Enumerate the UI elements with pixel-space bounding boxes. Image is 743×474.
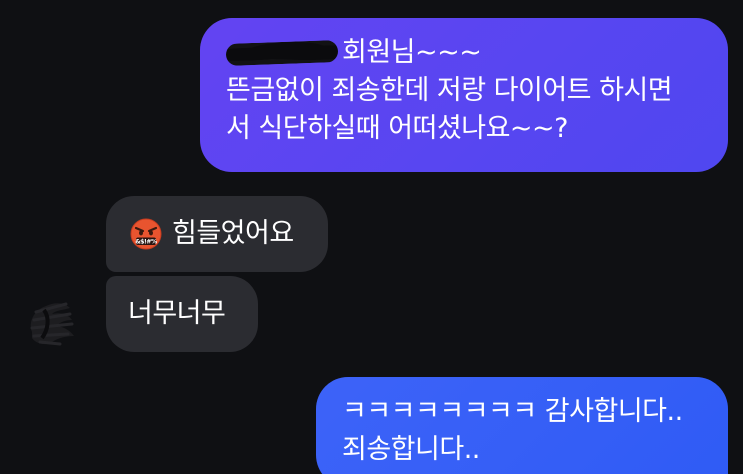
- message-line: 회원님~~~: [225, 34, 702, 72]
- message-text: 너무너무: [128, 298, 226, 329]
- outgoing-message-bubble[interactable]: ㅋㅋㅋㅋㅋㅋㅋㅋ 감사합니다.. 죄송합니다..: [316, 377, 728, 474]
- message-text: 회원님~~~: [342, 37, 482, 68]
- message-text: 힘들었어요: [172, 218, 294, 249]
- svg-text:&$!#%: &$!#%: [135, 239, 157, 246]
- incoming-message-bubble[interactable]: &$!#% 힘들었어요: [106, 196, 328, 272]
- message-line: 서 식단하실때 어떠셨나요~~?: [226, 113, 568, 144]
- outgoing-message-bubble[interactable]: 회원님~~~ 뜬금없이 죄송한데 저랑 다이어트 하시면 서 식단하실때 어떠셨…: [200, 18, 728, 172]
- chat-screen: 회원님~~~ 뜬금없이 죄송한데 저랑 다이어트 하시면 서 식단하실때 어떠셨…: [0, 0, 743, 474]
- message-line: 죄송합니다..: [342, 434, 480, 465]
- incoming-message-bubble[interactable]: 너무너무: [106, 276, 258, 352]
- face-with-symbols-over-mouth-icon: &$!#%: [130, 218, 162, 250]
- sender-avatar[interactable]: [20, 292, 84, 354]
- redacted-name-scribble: [225, 40, 339, 66]
- message-line: ㅋㅋㅋㅋㅋㅋㅋㅋ 감사합니다..: [342, 396, 683, 427]
- message-line: 뜬금없이 죄송한데 저랑 다이어트 하시면: [226, 75, 673, 106]
